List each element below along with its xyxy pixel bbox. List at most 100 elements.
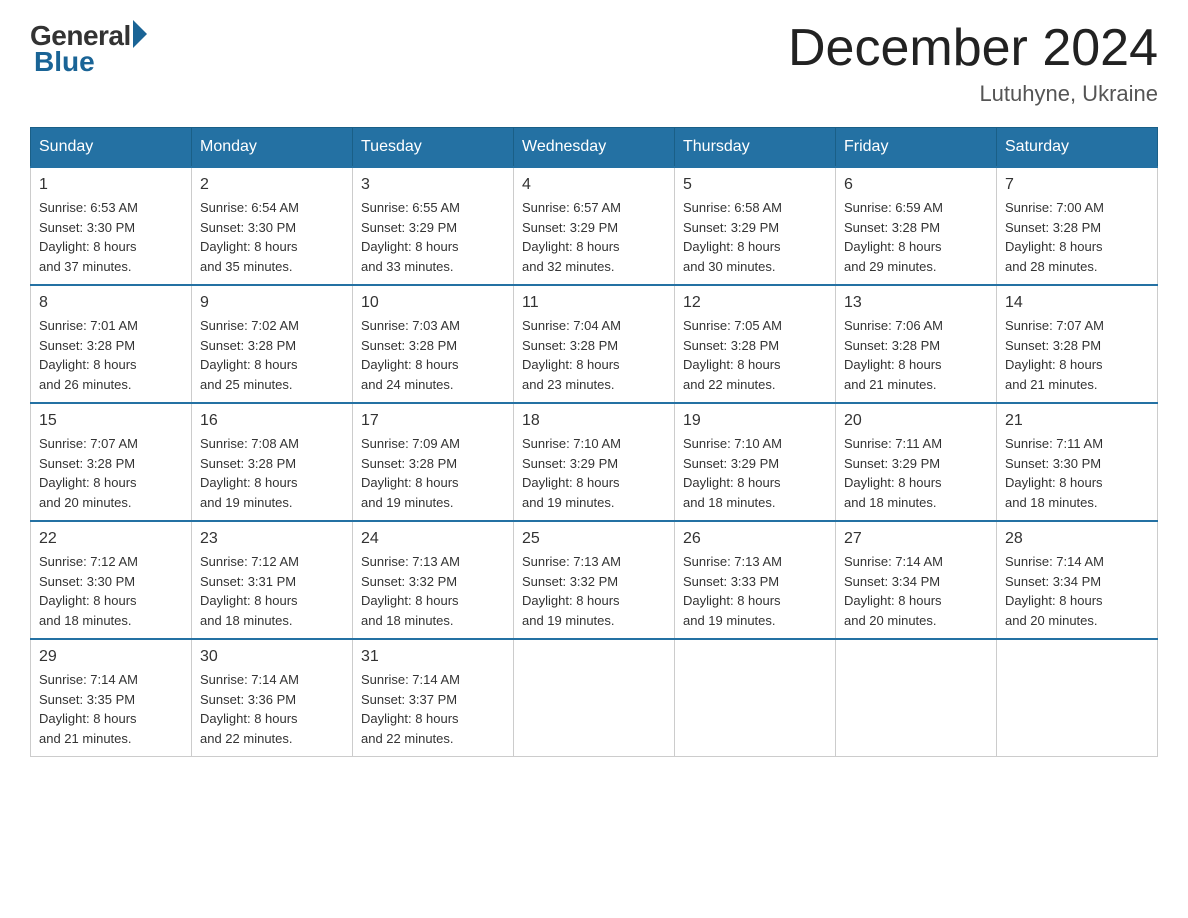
- calendar-cell: [997, 639, 1158, 757]
- calendar-cell: 30 Sunrise: 7:14 AMSunset: 3:36 PMDayligh…: [192, 639, 353, 757]
- header-day-tuesday: Tuesday: [353, 128, 514, 168]
- logo-arrow-icon: [133, 20, 147, 48]
- calendar-cell: 20 Sunrise: 7:11 AMSunset: 3:29 PMDayligh…: [836, 403, 997, 521]
- header-day-friday: Friday: [836, 128, 997, 168]
- calendar-cell: 6 Sunrise: 6:59 AMSunset: 3:28 PMDaylight…: [836, 167, 997, 285]
- day-info: Sunrise: 7:13 AMSunset: 3:32 PMDaylight:…: [361, 552, 505, 630]
- header-day-saturday: Saturday: [997, 128, 1158, 168]
- day-info: Sunrise: 6:58 AMSunset: 3:29 PMDaylight:…: [683, 198, 827, 276]
- calendar-cell: 9 Sunrise: 7:02 AMSunset: 3:28 PMDaylight…: [192, 285, 353, 403]
- calendar-cell: 12 Sunrise: 7:05 AMSunset: 3:28 PMDayligh…: [675, 285, 836, 403]
- day-number: 3: [361, 176, 505, 194]
- day-number: 7: [1005, 176, 1149, 194]
- week-row-4: 22 Sunrise: 7:12 AMSunset: 3:30 PMDayligh…: [31, 521, 1158, 639]
- day-number: 8: [39, 294, 183, 312]
- header-day-wednesday: Wednesday: [514, 128, 675, 168]
- day-info: Sunrise: 6:54 AMSunset: 3:30 PMDaylight:…: [200, 198, 344, 276]
- day-info: Sunrise: 6:53 AMSunset: 3:30 PMDaylight:…: [39, 198, 183, 276]
- calendar-cell: 1Sunrise: 6:53 AMSunset: 3:30 PMDaylight…: [31, 167, 192, 285]
- week-row-2: 8 Sunrise: 7:01 AMSunset: 3:28 PMDaylight…: [31, 285, 1158, 403]
- day-number: 31: [361, 648, 505, 666]
- day-number: 16: [200, 412, 344, 430]
- header-day-sunday: Sunday: [31, 128, 192, 168]
- day-info: Sunrise: 7:14 AMSunset: 3:35 PMDaylight:…: [39, 670, 183, 748]
- day-number: 13: [844, 294, 988, 312]
- day-info: Sunrise: 7:05 AMSunset: 3:28 PMDaylight:…: [683, 316, 827, 394]
- day-number: 29: [39, 648, 183, 666]
- calendar-cell: 16 Sunrise: 7:08 AMSunset: 3:28 PMDayligh…: [192, 403, 353, 521]
- day-number: 26: [683, 530, 827, 548]
- calendar-cell: [836, 639, 997, 757]
- day-info: Sunrise: 7:10 AMSunset: 3:29 PMDaylight:…: [522, 434, 666, 512]
- day-number: 5: [683, 176, 827, 194]
- day-number: 4: [522, 176, 666, 194]
- logo: General Blue: [30, 20, 147, 78]
- day-number: 21: [1005, 412, 1149, 430]
- calendar-cell: 28Sunrise: 7:14 AMSunset: 3:34 PMDayligh…: [997, 521, 1158, 639]
- day-number: 6: [844, 176, 988, 194]
- day-info: Sunrise: 7:10 AMSunset: 3:29 PMDaylight:…: [683, 434, 827, 512]
- calendar-cell: 19Sunrise: 7:10 AMSunset: 3:29 PMDayligh…: [675, 403, 836, 521]
- calendar-cell: 29 Sunrise: 7:14 AMSunset: 3:35 PMDayligh…: [31, 639, 192, 757]
- day-number: 23: [200, 530, 344, 548]
- day-number: 10: [361, 294, 505, 312]
- day-info: Sunrise: 7:14 AMSunset: 3:37 PMDaylight:…: [361, 670, 505, 748]
- calendar-cell: 3 Sunrise: 6:55 AMSunset: 3:29 PMDaylight…: [353, 167, 514, 285]
- day-info: Sunrise: 7:13 AMSunset: 3:32 PMDaylight:…: [522, 552, 666, 630]
- calendar-cell: 15Sunrise: 7:07 AMSunset: 3:28 PMDayligh…: [31, 403, 192, 521]
- calendar-cell: 10 Sunrise: 7:03 AMSunset: 3:28 PMDayligh…: [353, 285, 514, 403]
- day-info: Sunrise: 7:08 AMSunset: 3:28 PMDaylight:…: [200, 434, 344, 512]
- calendar-cell: 18 Sunrise: 7:10 AMSunset: 3:29 PMDayligh…: [514, 403, 675, 521]
- calendar-cell: 22 Sunrise: 7:12 AMSunset: 3:30 PMDayligh…: [31, 521, 192, 639]
- calendar-cell: 4Sunrise: 6:57 AMSunset: 3:29 PMDaylight…: [514, 167, 675, 285]
- day-number: 30: [200, 648, 344, 666]
- day-info: Sunrise: 7:01 AMSunset: 3:28 PMDaylight:…: [39, 316, 183, 394]
- calendar-body: 1Sunrise: 6:53 AMSunset: 3:30 PMDaylight…: [31, 167, 1158, 757]
- day-number: 17: [361, 412, 505, 430]
- day-info: Sunrise: 7:12 AMSunset: 3:30 PMDaylight:…: [39, 552, 183, 630]
- calendar-cell: 23 Sunrise: 7:12 AMSunset: 3:31 PMDayligh…: [192, 521, 353, 639]
- day-number: 9: [200, 294, 344, 312]
- day-number: 24: [361, 530, 505, 548]
- day-info: Sunrise: 7:06 AMSunset: 3:28 PMDaylight:…: [844, 316, 988, 394]
- day-number: 20: [844, 412, 988, 430]
- header-row: SundayMondayTuesdayWednesdayThursdayFrid…: [31, 128, 1158, 168]
- day-number: 11: [522, 294, 666, 312]
- day-info: Sunrise: 6:59 AMSunset: 3:28 PMDaylight:…: [844, 198, 988, 276]
- day-number: 27: [844, 530, 988, 548]
- week-row-3: 15Sunrise: 7:07 AMSunset: 3:28 PMDayligh…: [31, 403, 1158, 521]
- day-info: Sunrise: 7:03 AMSunset: 3:28 PMDaylight:…: [361, 316, 505, 394]
- day-info: Sunrise: 6:55 AMSunset: 3:29 PMDaylight:…: [361, 198, 505, 276]
- calendar-cell: [514, 639, 675, 757]
- calendar-cell: 17 Sunrise: 7:09 AMSunset: 3:28 PMDayligh…: [353, 403, 514, 521]
- day-info: Sunrise: 7:14 AMSunset: 3:34 PMDaylight:…: [844, 552, 988, 630]
- day-info: Sunrise: 7:07 AMSunset: 3:28 PMDaylight:…: [1005, 316, 1149, 394]
- calendar-cell: 25Sunrise: 7:13 AMSunset: 3:32 PMDayligh…: [514, 521, 675, 639]
- day-number: 12: [683, 294, 827, 312]
- day-info: Sunrise: 7:09 AMSunset: 3:28 PMDaylight:…: [361, 434, 505, 512]
- day-number: 18: [522, 412, 666, 430]
- calendar-cell: 13 Sunrise: 7:06 AMSunset: 3:28 PMDayligh…: [836, 285, 997, 403]
- day-info: Sunrise: 7:00 AMSunset: 3:28 PMDaylight:…: [1005, 198, 1149, 276]
- calendar-cell: 2 Sunrise: 6:54 AMSunset: 3:30 PMDaylight…: [192, 167, 353, 285]
- month-title: December 2024: [788, 20, 1158, 77]
- calendar-cell: 27 Sunrise: 7:14 AMSunset: 3:34 PMDayligh…: [836, 521, 997, 639]
- week-row-1: 1Sunrise: 6:53 AMSunset: 3:30 PMDaylight…: [31, 167, 1158, 285]
- day-info: Sunrise: 7:11 AMSunset: 3:29 PMDaylight:…: [844, 434, 988, 512]
- day-number: 22: [39, 530, 183, 548]
- calendar-cell: 26Sunrise: 7:13 AMSunset: 3:33 PMDayligh…: [675, 521, 836, 639]
- location-label: Lutuhyne, Ukraine: [788, 81, 1158, 107]
- day-info: Sunrise: 7:04 AMSunset: 3:28 PMDaylight:…: [522, 316, 666, 394]
- day-info: Sunrise: 7:14 AMSunset: 3:36 PMDaylight:…: [200, 670, 344, 748]
- header-day-thursday: Thursday: [675, 128, 836, 168]
- day-number: 2: [200, 176, 344, 194]
- calendar-cell: 8 Sunrise: 7:01 AMSunset: 3:28 PMDaylight…: [31, 285, 192, 403]
- day-info: Sunrise: 7:11 AMSunset: 3:30 PMDaylight:…: [1005, 434, 1149, 512]
- calendar-cell: 24 Sunrise: 7:13 AMSunset: 3:32 PMDayligh…: [353, 521, 514, 639]
- day-number: 28: [1005, 530, 1149, 548]
- calendar-table: SundayMondayTuesdayWednesdayThursdayFrid…: [30, 127, 1158, 757]
- week-row-5: 29 Sunrise: 7:14 AMSunset: 3:35 PMDayligh…: [31, 639, 1158, 757]
- day-info: Sunrise: 7:02 AMSunset: 3:28 PMDaylight:…: [200, 316, 344, 394]
- day-info: Sunrise: 7:12 AMSunset: 3:31 PMDaylight:…: [200, 552, 344, 630]
- day-number: 14: [1005, 294, 1149, 312]
